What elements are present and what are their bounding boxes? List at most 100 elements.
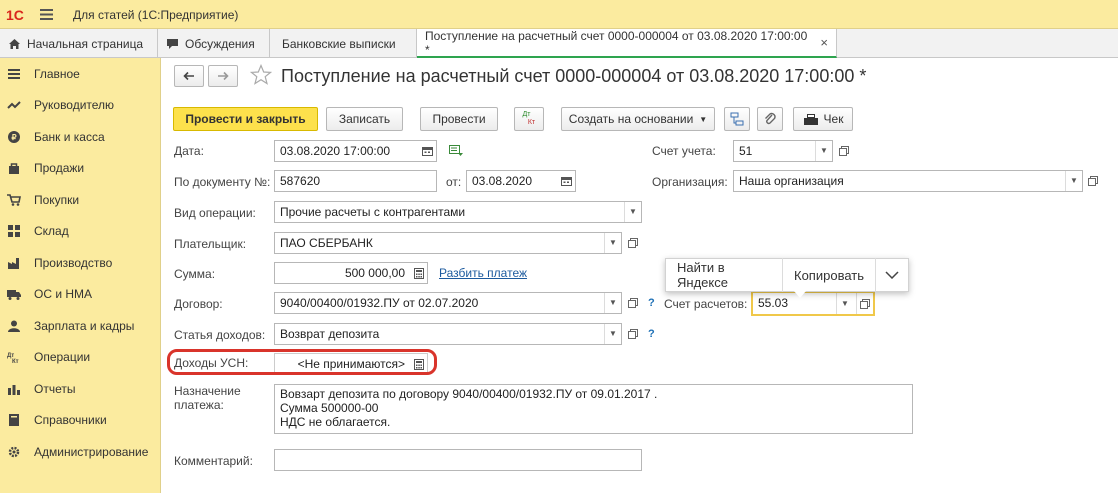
doc-number-value: 587620 [280, 174, 321, 188]
sidebar-item-admin[interactable]: Администрирование [0, 438, 161, 466]
chevron-down-icon[interactable]: ▼ [604, 293, 621, 313]
payer-label: Плательщик: [174, 237, 247, 251]
forward-button[interactable] [208, 65, 238, 87]
account-label: Счет учета: [652, 144, 716, 158]
account-field[interactable]: 51 ▼ [733, 140, 833, 162]
back-button[interactable] [174, 65, 204, 87]
settlement-account-field[interactable]: 55.03 ▼ [751, 291, 875, 316]
open-income-item-icon[interactable] [624, 323, 642, 345]
open-organization-icon[interactable] [1084, 170, 1102, 192]
chevron-down-icon[interactable]: ▼ [604, 233, 621, 253]
chevron-down-icon: ▼ [699, 114, 708, 124]
purpose-line: НДС не облагается. [280, 415, 391, 429]
save-button[interactable]: Записать [326, 107, 403, 131]
sidebar-item-main[interactable]: Главное [0, 60, 161, 88]
sidebar-item-label: Руководителю [34, 98, 115, 112]
chevron-down-icon [885, 271, 899, 279]
payer-field[interactable]: ПАО СБЕРБАНК ▼ [274, 232, 622, 254]
hierarchy-icon [730, 112, 744, 126]
hamburger-menu-icon[interactable] [40, 9, 53, 20]
open-payer-icon[interactable] [624, 232, 642, 254]
chat-icon [166, 38, 179, 50]
sidebar-item-bank[interactable]: ₽ Банк и касса [0, 123, 161, 151]
tab-discussions[interactable]: Обсуждения [158, 29, 270, 58]
tab-bank-statements[interactable]: Банковские выписки [270, 29, 417, 58]
tab-receipt-document[interactable]: Поступление на расчетный счет 0000-00000… [417, 29, 837, 58]
help-icon[interactable]: ? [648, 297, 655, 309]
post-and-close-button[interactable]: Провести и закрыть [173, 107, 318, 131]
operation-type-value: Прочие расчеты с контрагентами [280, 205, 466, 219]
contract-value: 9040/00400/01932.ПУ от 02.07.2020 [280, 296, 479, 310]
copy-button[interactable]: Копировать [783, 258, 876, 292]
comment-field[interactable] [274, 449, 642, 471]
sidebar-item-operations[interactable]: Дт Кт Операции [0, 343, 161, 371]
sidebar-item-purchases[interactable]: Покупки [0, 186, 161, 214]
structure-button[interactable] [724, 107, 750, 131]
person-icon [7, 319, 21, 333]
settlement-account-label: Счет расчетов: [664, 297, 748, 311]
cash-register-icon [803, 113, 818, 125]
open-settlement-icon[interactable] [856, 293, 873, 314]
tab-home[interactable]: Начальная страница [0, 29, 158, 58]
income-item-field[interactable]: Возврат депозита ▼ [274, 323, 622, 345]
income-item-label: Статья доходов: [174, 328, 266, 342]
sidebar-item-warehouse[interactable]: Склад [0, 217, 161, 245]
chevron-down-icon[interactable]: ▼ [836, 293, 853, 314]
sidebar-item-salary[interactable]: Зарплата и кадры [0, 312, 161, 340]
menu-icon [7, 67, 21, 81]
operation-type-select[interactable]: Прочие расчеты с контрагентами ▼ [274, 201, 642, 223]
home-icon [8, 38, 21, 50]
organization-field[interactable]: Наша организация ▼ [733, 170, 1083, 192]
doc-number-field[interactable]: 587620 [274, 170, 437, 192]
post-button[interactable]: Провести [420, 107, 498, 131]
sidebar-item-sales[interactable]: Продажи [0, 154, 161, 182]
dt-kt-button[interactable]: Дт Кт [514, 107, 544, 131]
sidebar-item-label: Администрирование [34, 445, 149, 459]
sidebar: Главное Руководителю ₽ Банк и касса Прод… [0, 58, 161, 493]
date-field[interactable]: 03.08.2020 17:00:00 [274, 140, 437, 162]
open-account-icon[interactable] [835, 140, 853, 162]
calendar-icon[interactable] [419, 141, 436, 161]
button-label: Чек [823, 112, 844, 126]
chevron-down-icon[interactable]: ▼ [815, 141, 832, 161]
help-icon[interactable]: ? [648, 328, 655, 340]
open-contract-icon[interactable] [624, 292, 642, 314]
contract-label: Договор: [174, 297, 223, 311]
settlement-account-value: 55.03 [758, 296, 789, 310]
star-icon[interactable] [250, 64, 272, 86]
trend-icon [7, 98, 21, 112]
button-label: Создать на основании [568, 112, 694, 126]
split-payment-link[interactable]: Разбить платеж [439, 266, 527, 280]
account-value: 51 [739, 144, 753, 158]
page-title: Поступление на расчетный счет 0000-00000… [281, 66, 867, 86]
sidebar-item-reports[interactable]: Отчеты [0, 375, 161, 403]
sidebar-item-fixed-assets[interactable]: ОС и НМА [0, 280, 161, 308]
receipt-button[interactable]: Чек [793, 107, 853, 131]
calendar-icon[interactable] [558, 171, 575, 191]
purpose-textarea[interactable]: Вовзарт депозита по договору 9040/00400/… [274, 384, 913, 434]
chevron-down-icon[interactable]: ▼ [604, 324, 621, 344]
calculator-icon[interactable] [410, 263, 427, 283]
operation-type-label: Вид операции: [174, 206, 256, 220]
find-in-yandex-button[interactable]: Найти в Яндексе [666, 258, 783, 292]
generate-icon[interactable] [449, 145, 464, 157]
paperclip-icon [765, 112, 776, 125]
chevron-down-icon[interactable]: ▼ [624, 202, 641, 222]
contract-field[interactable]: 9040/00400/01932.ПУ от 02.07.2020 ▼ [274, 292, 622, 314]
from-date-value: 03.08.2020 [472, 174, 533, 188]
tab-bar: Начальная страница Обсуждения Банковские… [0, 29, 1118, 58]
sidebar-item-references[interactable]: Справочники [0, 406, 161, 434]
create-based-on-button[interactable]: Создать на основании ▼ [561, 107, 715, 131]
warehouse-icon [7, 224, 21, 238]
sidebar-item-manager[interactable]: Руководителю [0, 91, 161, 119]
tab-label: Начальная страница [27, 36, 144, 51]
popup-more-button[interactable] [876, 258, 908, 292]
chevron-down-icon[interactable]: ▼ [1065, 171, 1082, 191]
sum-field[interactable]: 500 000,00 [274, 262, 428, 284]
sidebar-item-production[interactable]: Производство [0, 249, 161, 277]
sidebar-item-label: Главное [34, 67, 80, 81]
close-tab-icon[interactable]: × [820, 35, 828, 50]
from-date-field[interactable]: 03.08.2020 [466, 170, 576, 192]
tab-label: Банковские выписки [282, 36, 396, 51]
attach-button[interactable] [757, 107, 783, 131]
